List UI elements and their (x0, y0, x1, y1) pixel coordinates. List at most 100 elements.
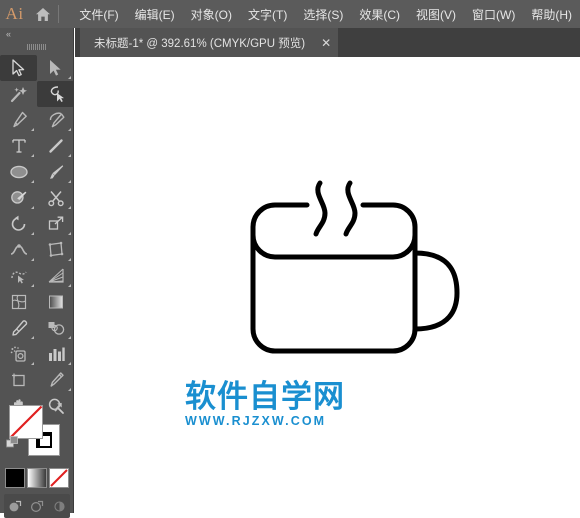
perspective-grid-tool[interactable] (37, 263, 74, 289)
color-button[interactable] (5, 468, 25, 488)
menu-bar: Ai 文件(F) 编辑(E) 对象(O) 文字(T) 选择(S) 效果(C) 视… (0, 0, 580, 28)
blend-tool[interactable] (37, 315, 74, 341)
steam-right (343, 180, 358, 237)
screen-mode-normal[interactable] (4, 494, 26, 518)
tool-flyout-indicator (68, 232, 71, 235)
menu-item-list: 文件(F) 编辑(E) 对象(O) 文字(T) 选择(S) 效果(C) 视图(V… (71, 0, 580, 28)
steam-left (313, 180, 328, 237)
tool-flyout-indicator (31, 232, 34, 235)
pen-tool[interactable] (0, 107, 37, 133)
menu-item-file[interactable]: 文件(F) (71, 2, 126, 27)
watermark-url: WWW.RJZXW.COM (185, 414, 327, 428)
menu-item-view[interactable]: 视图(V) (408, 2, 464, 27)
tool-row (0, 341, 74, 367)
shape-builder-tool[interactable] (0, 263, 37, 289)
screen-mode-buttons (4, 494, 70, 518)
tool-flyout-indicator (31, 258, 34, 261)
column-graph-tool[interactable] (37, 341, 74, 367)
menu-item-select[interactable]: 选择(S) (295, 2, 351, 27)
cup-body (250, 232, 418, 354)
artwork-coffee-cup[interactable] (245, 177, 460, 367)
collapse-panel-icon[interactable]: « (6, 30, 11, 39)
tool-flyout-indicator (68, 154, 71, 157)
gradient-button[interactable] (27, 468, 47, 488)
ellipse-tool[interactable] (0, 159, 37, 185)
tool-flyout-indicator (68, 336, 71, 339)
tool-row (0, 237, 74, 263)
curvature-tool[interactable] (37, 81, 74, 107)
home-icon[interactable] (29, 0, 56, 28)
artboard-tool[interactable] (0, 367, 37, 393)
tool-flyout-indicator (31, 154, 34, 157)
swap-fill-stroke-icon[interactable] (54, 402, 68, 421)
tool-flyout-indicator (31, 206, 34, 209)
tools-panel: « (0, 28, 74, 518)
tool-flyout-indicator (68, 128, 71, 131)
menu-item-effect[interactable]: 效果(C) (351, 2, 408, 27)
tool-row (0, 55, 74, 81)
tool-flyout-indicator (31, 362, 34, 365)
tool-flyout-indicator (68, 206, 71, 209)
tool-row (0, 185, 74, 211)
tool-row (0, 81, 74, 107)
document-tab[interactable]: 未标题-1* @ 392.61% (CMYK/GPU 预览) ✕ (80, 28, 339, 57)
canvas-area[interactable]: 软件自学网 WWW.RJZXW.COM (75, 57, 580, 513)
width-tool[interactable] (0, 237, 37, 263)
shaper-tool[interactable] (0, 185, 37, 211)
color-mode-buttons (5, 468, 69, 490)
tool-row (0, 315, 74, 341)
slice-tool[interactable] (37, 367, 74, 393)
free-transform-tool[interactable] (37, 237, 74, 263)
fill-stroke-controls (0, 400, 74, 462)
panel-drag-handle[interactable] (0, 41, 73, 53)
tool-row (0, 367, 74, 393)
app-logo: Ai (5, 4, 24, 23)
tool-button-grid (0, 53, 74, 419)
tool-flyout-indicator (31, 284, 34, 287)
cup-handle (412, 250, 460, 332)
watermark: 软件自学网 WWW.RJZXW.COM (185, 382, 365, 430)
tool-flyout-indicator (68, 284, 71, 287)
paintbrush-tool[interactable] (37, 159, 74, 185)
tool-flyout-indicator (31, 180, 34, 183)
scissors-tool[interactable] (37, 185, 74, 211)
no-fill-slash-icon (9, 405, 43, 439)
mesh-tool[interactable] (0, 289, 37, 315)
menu-item-type[interactable]: 文字(T) (240, 2, 295, 27)
direct-selection-tool[interactable] (37, 55, 74, 81)
default-fill-stroke-icon[interactable] (6, 436, 19, 454)
fill-swatch[interactable] (9, 405, 43, 439)
document-tab-title: 未标题-1* @ 392.61% (CMYK/GPU 预览) (94, 37, 306, 50)
tool-row (0, 263, 74, 289)
tool-row (0, 107, 74, 133)
illustrator-window: Ai 文件(F) 编辑(E) 对象(O) 文字(T) 选择(S) 效果(C) 视… (0, 0, 580, 518)
document-tab-bar: 未标题-1* @ 392.61% (CMYK/GPU 预览) ✕ (75, 28, 580, 57)
eyedropper-tool[interactable] (0, 315, 37, 341)
scale-tool[interactable] (37, 211, 74, 237)
screen-mode-full-menu[interactable] (26, 494, 48, 518)
menu-item-window[interactable]: 窗口(W) (464, 2, 523, 27)
watermark-chinese: 软件自学网 (185, 379, 345, 415)
tool-row (0, 289, 74, 315)
close-icon[interactable]: ✕ (321, 37, 331, 49)
cup-rim (250, 202, 418, 260)
tool-row (0, 159, 74, 185)
line-segment-tool[interactable] (37, 133, 74, 159)
none-button[interactable] (49, 468, 69, 488)
selection-tool[interactable] (0, 55, 37, 81)
tool-flyout-indicator (31, 336, 34, 339)
tool-flyout-indicator (68, 258, 71, 261)
gradient-tool[interactable] (37, 289, 74, 315)
menu-item-help[interactable]: 帮助(H) (523, 2, 580, 27)
screen-mode-full[interactable] (48, 494, 70, 518)
tool-flyout-indicator (68, 388, 71, 391)
symbol-sprayer-tool[interactable] (0, 341, 37, 367)
type-tool[interactable] (0, 133, 37, 159)
add-anchor-point-tool[interactable] (37, 107, 74, 133)
magic-wand-tool[interactable] (0, 81, 37, 107)
tool-flyout-indicator (31, 128, 34, 131)
menu-item-edit[interactable]: 编辑(E) (127, 2, 183, 27)
rotate-tool[interactable] (0, 211, 37, 237)
tool-row (0, 211, 74, 237)
menu-item-object[interactable]: 对象(O) (183, 2, 240, 27)
